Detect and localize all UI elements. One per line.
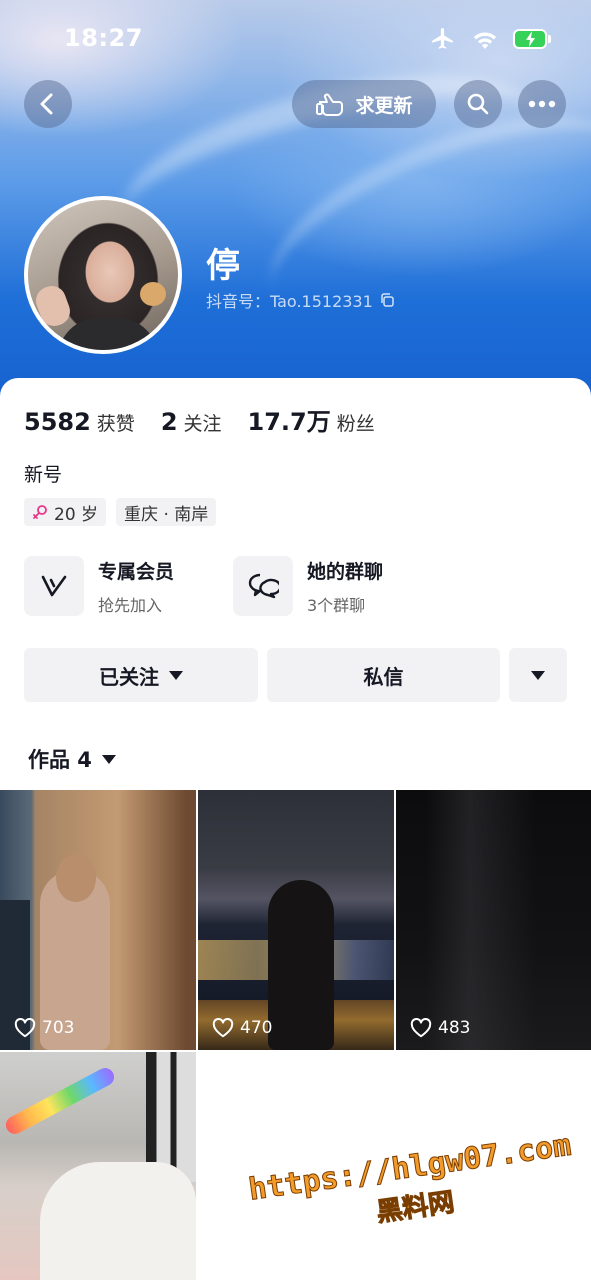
status-time: 18:27	[64, 24, 143, 52]
profile-stats: 5582 获赞 2 关注 17.7万 粉丝	[24, 402, 375, 437]
exclusive-member-entry[interactable]: 专属会员 抢先加入	[24, 556, 174, 616]
request-update-button[interactable]: 求更新	[292, 80, 436, 128]
stat-following[interactable]: 2 关注	[161, 408, 222, 436]
member-title: 专属会员	[98, 560, 175, 583]
request-update-label: 求更新	[355, 94, 413, 117]
work-thumbnail[interactable]: 703	[0, 790, 196, 1050]
search-button[interactable]	[454, 80, 502, 128]
location-tag: 重庆 · 南岸	[116, 498, 217, 526]
triangle-down-icon	[169, 670, 183, 680]
stat-likes[interactable]: 5582 获赞	[24, 408, 135, 436]
group-chat-icon-box	[233, 556, 293, 616]
work-likes-count: 470	[240, 1018, 273, 1038]
copy-icon[interactable]	[379, 292, 395, 308]
age-tag: 20 岁	[24, 498, 107, 526]
status-bar: 18:27	[0, 22, 591, 58]
group-title: 她的群聊	[307, 560, 384, 583]
search-icon	[467, 93, 489, 115]
female-icon	[33, 505, 47, 519]
vip-icon-box	[24, 556, 84, 616]
group-subtitle: 3个群聊	[307, 595, 366, 615]
location-tag-label: 重庆 · 南岸	[124, 504, 209, 525]
work-likes-count: 483	[438, 1018, 471, 1038]
more-button[interactable]	[518, 80, 566, 128]
member-subtitle: 抢先加入	[98, 595, 163, 615]
profile-tags: 20 岁 重庆 · 南岸	[24, 498, 217, 526]
age-tag-label: 20 岁	[54, 504, 99, 525]
group-chat-icon	[248, 573, 279, 599]
back-button[interactable]	[24, 80, 72, 128]
wifi-icon	[473, 32, 497, 49]
airplane-icon	[432, 28, 453, 49]
work-likes: 483	[410, 1018, 470, 1038]
work-likes: 470	[212, 1018, 272, 1038]
chevron-left-icon	[40, 93, 53, 115]
stat-likes-value: 5582	[24, 408, 91, 436]
pointing-hand-icon	[316, 93, 344, 116]
douyin-id-text: 抖音号：Tao.1512331	[206, 292, 373, 311]
group-chat-entry[interactable]: 她的群聊 3个群聊	[233, 556, 383, 616]
followed-button[interactable]: 已关注	[24, 648, 258, 702]
work-thumbnail[interactable]: 470	[198, 790, 394, 1050]
followed-label: 已关注	[99, 664, 159, 689]
work-thumbnail[interactable]	[0, 1052, 196, 1280]
profile-nickname: 停	[206, 246, 240, 286]
heart-icon	[14, 1018, 36, 1038]
douyin-id[interactable]: 抖音号：Tao.1512331	[206, 288, 395, 312]
heart-icon	[410, 1018, 432, 1038]
profile-bio: 新号	[24, 464, 63, 486]
stat-following-value: 2	[160, 408, 178, 436]
battery-charging-icon	[513, 29, 551, 49]
message-button[interactable]: 私信	[267, 648, 500, 702]
work-likes-count: 703	[42, 1018, 75, 1038]
message-label: 私信	[363, 664, 404, 689]
action-row: 已关注 私信	[24, 648, 567, 702]
stat-followers[interactable]: 17.7万 粉丝	[248, 402, 375, 437]
works-tab[interactable]: 作品 4	[28, 744, 116, 774]
work-likes: 703	[14, 1018, 74, 1038]
stat-following-label: 关注	[183, 413, 222, 435]
heart-icon	[212, 1018, 234, 1038]
avatar[interactable]	[24, 196, 182, 354]
vip-v-icon	[41, 575, 67, 597]
works-tab-label: 作品 4	[28, 748, 92, 772]
triangle-down-icon	[531, 670, 545, 680]
stat-followers-value: 17.7万	[247, 408, 331, 436]
more-actions-button[interactable]	[509, 648, 567, 702]
more-dots-icon	[528, 100, 556, 108]
work-thumbnail[interactable]: 483	[396, 790, 591, 1050]
triangle-down-icon	[101, 754, 116, 764]
stat-likes-label: 获赞	[96, 413, 135, 435]
stat-followers-label: 粉丝	[336, 413, 375, 435]
